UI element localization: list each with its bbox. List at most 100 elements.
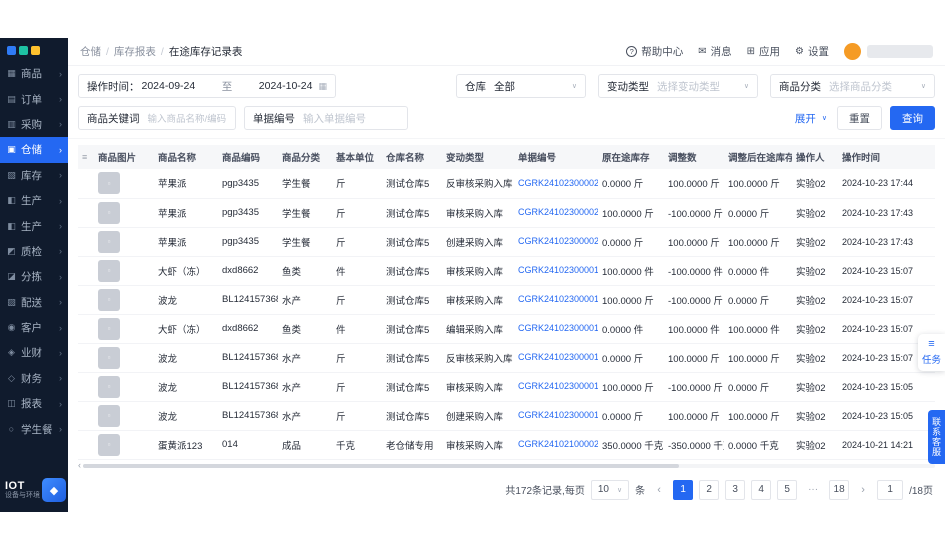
finance-icon: ◇: [8, 372, 15, 383]
category-select[interactable]: 商品分类 选择商品分类 ∨: [770, 74, 935, 98]
date-range-picker[interactable]: 操作时间： 2024-09-24 至 2024-10-24 ▦: [78, 74, 336, 98]
page-jump-input[interactable]: 1: [877, 479, 904, 500]
sidebar-item-orders[interactable]: ▤ 订单 ›: [0, 86, 68, 111]
sidebar-item-student-meal[interactable]: ○ 学生餐 ›: [0, 416, 68, 441]
adjust-cell: 100.0000 件: [664, 314, 724, 344]
page-button-3[interactable]: 3: [725, 479, 746, 500]
page-button-5[interactable]: 5: [777, 479, 798, 500]
column-header: 商品编码: [218, 145, 278, 169]
scrollbar-track[interactable]: [83, 463, 935, 468]
operator-cell: 实验02: [792, 343, 838, 373]
row-gutter: [78, 227, 94, 257]
sidebar-item-warehouse[interactable]: ▣ 仓储 ›: [0, 137, 68, 163]
iot-badge-icon[interactable]: ◆: [42, 478, 66, 502]
sidebar-item-label: 质检: [21, 245, 42, 258]
chevron-right-icon: ›: [59, 271, 62, 282]
scrollbar-thumb[interactable]: [83, 463, 680, 468]
scroll-left-icon[interactable]: ‹: [78, 461, 81, 470]
change-type-select[interactable]: 变动类型 选择变动类型 ∨: [598, 74, 758, 98]
breadcrumb-item-warehouse[interactable]: 仓储: [80, 44, 101, 59]
topbar-action-settings[interactable]: ⚙ 设置: [795, 44, 829, 59]
before-stock-cell: 100.0000 斤: [598, 198, 664, 228]
doc-no-link[interactable]: CGRK24102300001: [518, 265, 598, 275]
after-stock-cell: 0.0000 斤: [724, 198, 792, 228]
task-fab[interactable]: ≡ 任务: [918, 334, 945, 371]
table-row[interactable]: ▫ 波龙 BL124157368 水产斤测试仓库5 反审核采购入库 CGRK2410230…: [78, 343, 935, 373]
sidebar-item-production-1[interactable]: ◧ 生产 ›: [0, 188, 68, 213]
sidebar-item-customers[interactable]: ◉ 客户 ›: [0, 315, 68, 340]
table-row[interactable]: ▫ 大虾（冻） dxd8662 鱼类件测试仓库5 编辑采购入库 CGRK241023000…: [78, 314, 935, 344]
table-row[interactable]: ▫ 波龙 BL124157368 水产斤测试仓库5 创建采购入库 CGRK24102300…: [78, 401, 935, 431]
doc-no-input[interactable]: 单据编号 输入单据编号: [244, 106, 408, 130]
adjust-cell: 100.0000 斤: [664, 343, 724, 373]
topbar-action-messages[interactable]: ✉ 消息: [698, 44, 731, 59]
page-button-1[interactable]: 1: [673, 479, 694, 500]
page-size-select[interactable]: 10 ∨: [590, 479, 630, 500]
chevron-down-icon: ∨: [571, 83, 577, 90]
warehouse-cell: 测试仓库5: [382, 372, 442, 402]
table-settings-icon[interactable]: ≡: [78, 145, 94, 169]
product-image-cell: ▫: [94, 372, 154, 402]
product-image-placeholder: ▫: [98, 259, 120, 282]
doc-no-link[interactable]: CGRK24102300001: [518, 381, 598, 391]
sidebar-item-finance[interactable]: ◇ 财务 ›: [0, 366, 68, 391]
contact-service-tab[interactable]: 联系客服: [928, 410, 945, 464]
reset-button[interactable]: 重置: [837, 106, 882, 130]
table-row[interactable]: ▫ 苹果派 pgp3435 学生餐斤测试仓库5 创建采购入库 CGRK2410230000…: [78, 227, 935, 257]
sidebar-item-biz-finance[interactable]: ◈ 业财 ›: [0, 340, 68, 365]
table-row[interactable]: ▫ 波龙 BL124157368 水产斤测试仓库5 审核采购入库 CGRK24102300…: [78, 372, 935, 402]
doc-no-link[interactable]: CGRK24102100002: [518, 439, 598, 449]
before-stock-cell: 0.0000 斤: [598, 169, 664, 199]
doc-no-link[interactable]: CGRK24102300001: [518, 410, 598, 420]
sidebar-item-delivery[interactable]: ▨ 配送 ›: [0, 290, 68, 315]
user-menu[interactable]: [844, 43, 933, 60]
page-button-2[interactable]: 2: [699, 479, 720, 500]
expand-filters-link[interactable]: 展开 ∨: [795, 111, 827, 126]
breadcrumb-separator: /: [106, 45, 109, 58]
warehouse-select[interactable]: 仓库 全部 ∨: [456, 74, 586, 98]
column-header: 商品图片: [94, 145, 154, 169]
chevron-right-icon: ›: [59, 246, 62, 257]
topbar-action-help[interactable]: ? 帮助中心: [626, 44, 683, 59]
sidebar-item-purchase[interactable]: ▥ 采购 ›: [0, 112, 68, 137]
page-button-4[interactable]: 4: [751, 479, 772, 500]
doc-no-link[interactable]: CGRK24102300001: [518, 352, 598, 362]
topbar-action-apps[interactable]: ⊞ 应用: [747, 44, 780, 59]
table-row[interactable]: ▫ 大虾（冻） dxd8662 鱼类件测试仓库5 审核采购入库 CGRK241023000…: [78, 256, 935, 286]
sidebar-item-production-2[interactable]: ◧ 生产 ›: [0, 213, 68, 238]
product-code-cell: 014: [218, 430, 278, 460]
page-button-18[interactable]: 18: [829, 479, 850, 500]
records-table: ≡ 商品图片 商品名称 商品编码 商品分类 基本单位 仓库名称 变动类型 单据编号 原在途库存调…: [78, 145, 935, 460]
search-button[interactable]: 查询: [890, 106, 935, 130]
sidebar-item-reports[interactable]: ◫ 报表 ›: [0, 391, 68, 416]
before-stock-cell: 0.0000 斤: [598, 401, 664, 431]
doc-no-link[interactable]: CGRK24102300001: [518, 323, 598, 333]
table-row[interactable]: ▫ 苹果派 pgp3435 学生餐斤测试仓库5 反审核采购入库 CGRK241023000…: [78, 169, 935, 199]
table-row[interactable]: ▫ 蛋黄派123 014 成品 千克 老仓储专用 审核采购入库 CGRK24102100002…: [78, 430, 935, 460]
change-type-cell: 审核采购入库: [442, 198, 514, 228]
sidebar-item-goods[interactable]: ▦ 商品 ›: [0, 61, 68, 86]
product-image-placeholder: ▫: [98, 288, 120, 311]
breadcrumb-item-stock-reports[interactable]: 库存报表: [114, 44, 156, 59]
table-row[interactable]: ▫ 苹果派 pgp3435 学生餐斤测试仓库5 审核采购入库 CGRK2410230000…: [78, 198, 935, 228]
unit-cell: 斤: [332, 198, 382, 228]
doc-no-link[interactable]: CGRK24102300002: [518, 207, 598, 217]
sidebar-item-sorting[interactable]: ◪ 分拣 ›: [0, 264, 68, 289]
keyword-input[interactable]: 商品关键词 输入商品名称/编码: [78, 106, 236, 130]
sidebar-item-inventory[interactable]: ▧ 库存 ›: [0, 163, 68, 188]
doc-no-link[interactable]: CGRK24102300002: [518, 236, 598, 246]
sidebar-item-label: 业财: [21, 347, 42, 360]
next-page-button[interactable]: ›: [855, 480, 871, 500]
unit-cell: 件: [332, 256, 382, 286]
product-image-cell: ▫: [94, 314, 154, 344]
row-gutter: [78, 314, 94, 344]
sidebar-item-quality[interactable]: ◩ 质检 ›: [0, 239, 68, 264]
warehouse-cell: 老仓储专用: [382, 430, 442, 460]
doc-no-link[interactable]: CGRK24102300002: [518, 178, 598, 188]
topbar-action-group: ? 帮助中心 ✉ 消息 ⊞ 应用 ⚙ 设置: [626, 44, 829, 59]
warehouse-cell: 测试仓库5: [382, 401, 442, 431]
doc-no-link[interactable]: CGRK24102300001: [518, 294, 598, 304]
warehouse-cell: 测试仓库5: [382, 343, 442, 373]
table-row[interactable]: ▫ 波龙 BL124157368 水产斤测试仓库5 审核采购入库 CGRK24102300…: [78, 285, 935, 315]
prev-page-button[interactable]: ‹: [651, 480, 667, 500]
